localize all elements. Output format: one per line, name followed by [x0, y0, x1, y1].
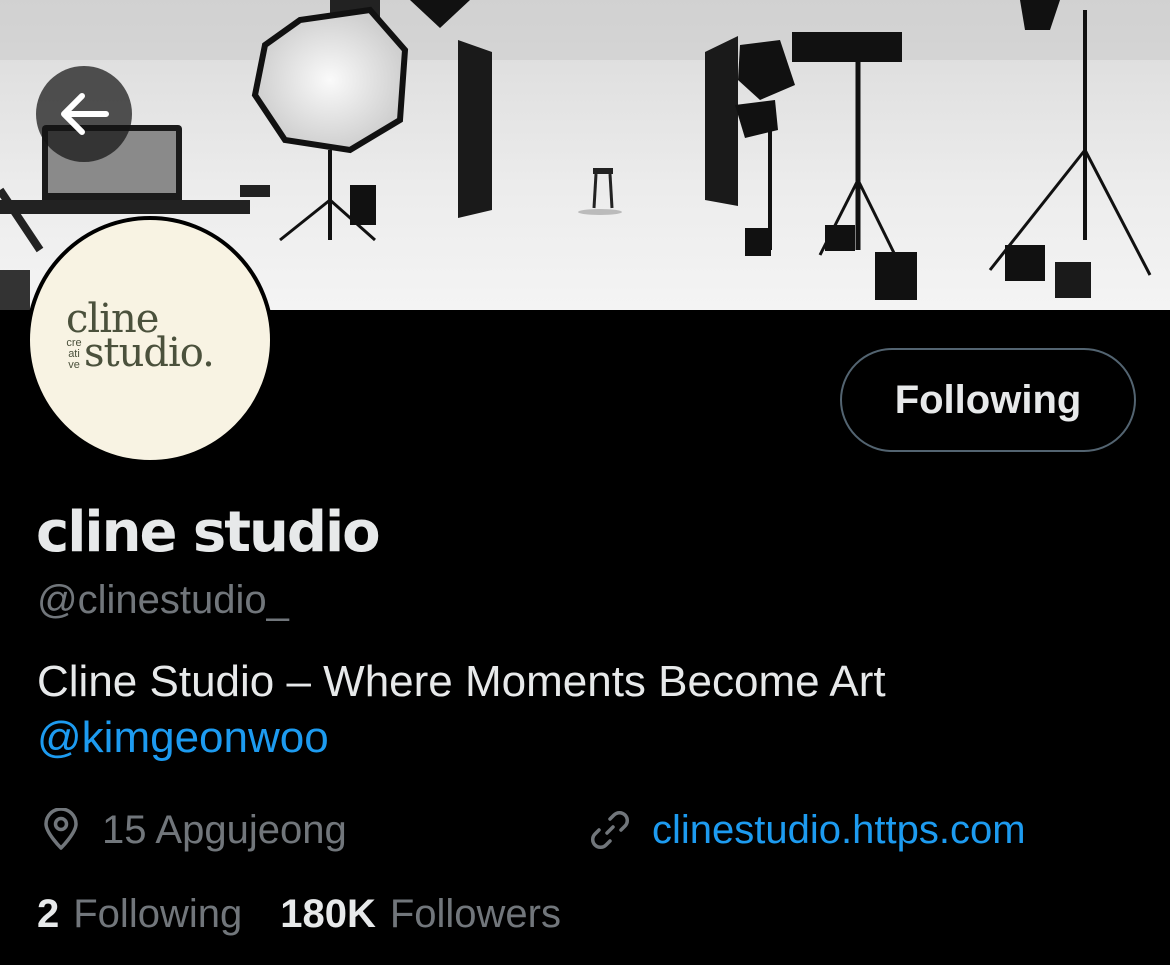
profile-avatar[interactable]: cline cre ati ve studio. — [26, 216, 274, 464]
user-handle: @clinestudio_ — [37, 578, 289, 622]
following-stat[interactable]: 2 Following — [37, 892, 242, 937]
followers-label: Followers — [389, 892, 561, 936]
followers-stat[interactable]: 180K Followers — [280, 892, 561, 937]
arrow-left-icon — [61, 93, 109, 135]
avatar-logo-small-3: ve — [68, 359, 80, 371]
followers-count: 180K — [280, 892, 376, 936]
display-name: cline studio — [36, 500, 381, 565]
bio-text: Cline Studio – Where Moments Become Art — [37, 657, 886, 706]
following-count: 2 — [37, 892, 60, 936]
following-label: Following — [73, 892, 243, 936]
back-button[interactable] — [36, 66, 132, 162]
location-item: 15 Apgujeong — [40, 802, 347, 858]
bio-mention-link[interactable]: @kimgeonwoo — [37, 710, 1137, 766]
profile-bio: Cline Studio – Where Moments Become Art … — [37, 654, 1137, 766]
avatar-logo-line2: studio. — [84, 330, 215, 376]
location-pin-icon — [44, 808, 78, 850]
link-icon — [590, 810, 630, 850]
avatar-logo-small: cre ati ve — [66, 338, 82, 371]
following-button[interactable]: Following — [840, 348, 1136, 452]
website-link[interactable]: clinestudio.https.com — [652, 808, 1026, 853]
follow-stats: 2 Following 180K Followers — [37, 892, 599, 937]
location-text: 15 Apgujeong — [102, 807, 347, 852]
website-item[interactable]: clinestudio.https.com — [588, 802, 1026, 858]
profile-meta: 15 Apgujeong clinestudio.https.com — [40, 802, 1140, 858]
